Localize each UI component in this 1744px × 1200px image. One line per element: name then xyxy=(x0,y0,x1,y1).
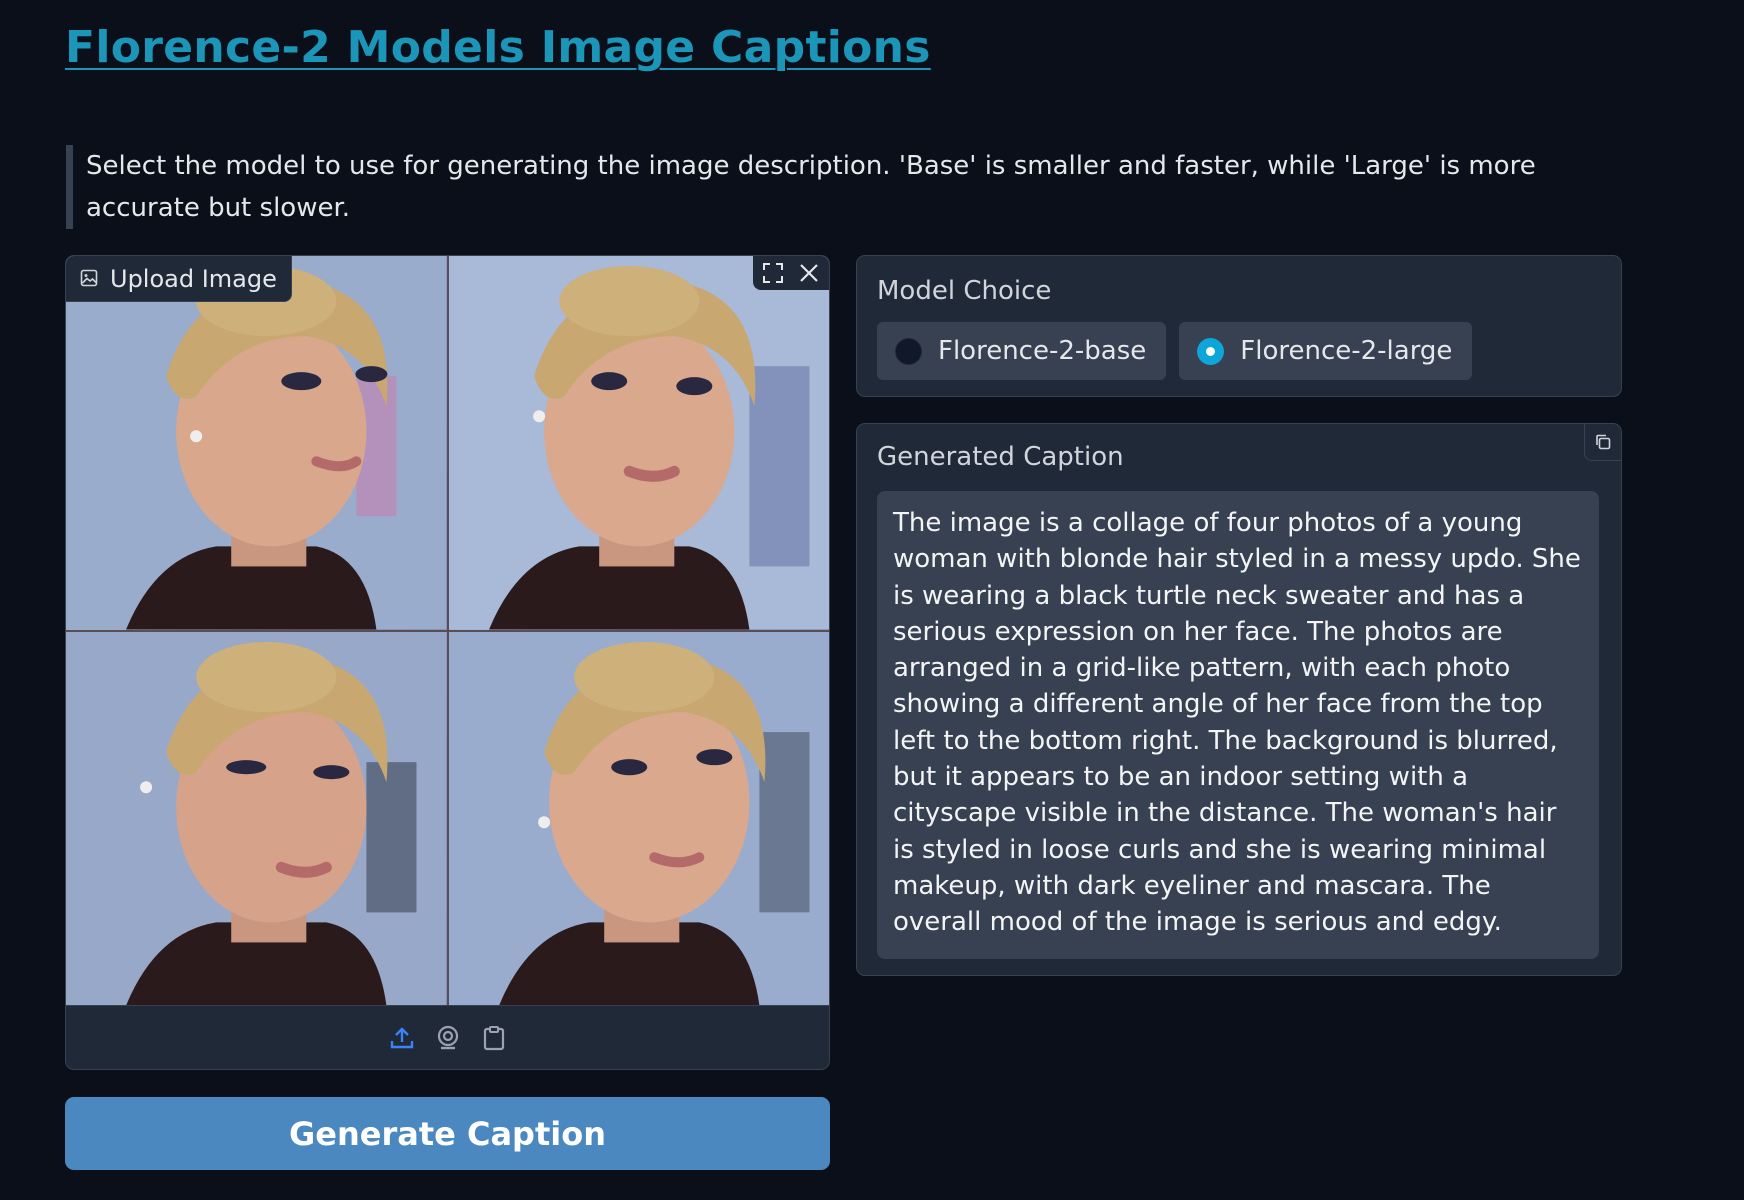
photo-bottom-left xyxy=(66,631,447,1005)
upload-image-label: Upload Image xyxy=(66,256,292,302)
copy-icon[interactable] xyxy=(1584,424,1621,461)
page-title[interactable]: Florence-2 Models Image Captions xyxy=(65,22,931,73)
image-input-panel[interactable]: Upload Image xyxy=(65,255,830,1070)
radio-option-florence-2-base[interactable]: Florence-2-base xyxy=(877,322,1167,380)
close-icon[interactable] xyxy=(795,259,823,287)
photo-top-left xyxy=(66,256,447,630)
uploaded-image xyxy=(66,256,829,1005)
generate-caption-button[interactable]: Generate Caption xyxy=(65,1097,830,1170)
photo-top-right xyxy=(448,256,829,630)
fullscreen-icon[interactable] xyxy=(759,259,787,287)
model-choice-label: Model Choice xyxy=(877,276,1052,306)
generated-caption-panel: Generated Caption The image is a collage… xyxy=(856,423,1622,976)
image-icon xyxy=(80,265,98,293)
radio-option-florence-2-large[interactable]: Florence-2-large xyxy=(1179,322,1473,380)
image-source-bar xyxy=(66,1005,829,1069)
model-choice-panel: Model Choice Florence-2-base Florence-2-… xyxy=(856,255,1622,397)
radio-option-label: Florence-2-large xyxy=(1240,336,1453,366)
upload-icon[interactable] xyxy=(388,1024,416,1052)
clipboard-icon[interactable] xyxy=(480,1024,508,1052)
radio-option-label: Florence-2-base xyxy=(938,336,1147,366)
generated-caption-label: Generated Caption xyxy=(877,442,1124,472)
image-toolbar xyxy=(753,256,829,290)
radio-unchecked-icon[interactable] xyxy=(895,337,922,365)
model-radio-group: Florence-2-base Florence-2-large xyxy=(877,322,1473,380)
radio-checked-icon[interactable] xyxy=(1197,337,1225,365)
generated-caption-textbox[interactable]: The image is a collage of four photos of… xyxy=(877,491,1599,959)
upload-image-label-text: Upload Image xyxy=(110,264,277,293)
webcam-icon[interactable] xyxy=(434,1024,462,1052)
description-text: Select the model to use for generating t… xyxy=(66,145,1556,229)
photo-bottom-right xyxy=(448,631,829,1005)
